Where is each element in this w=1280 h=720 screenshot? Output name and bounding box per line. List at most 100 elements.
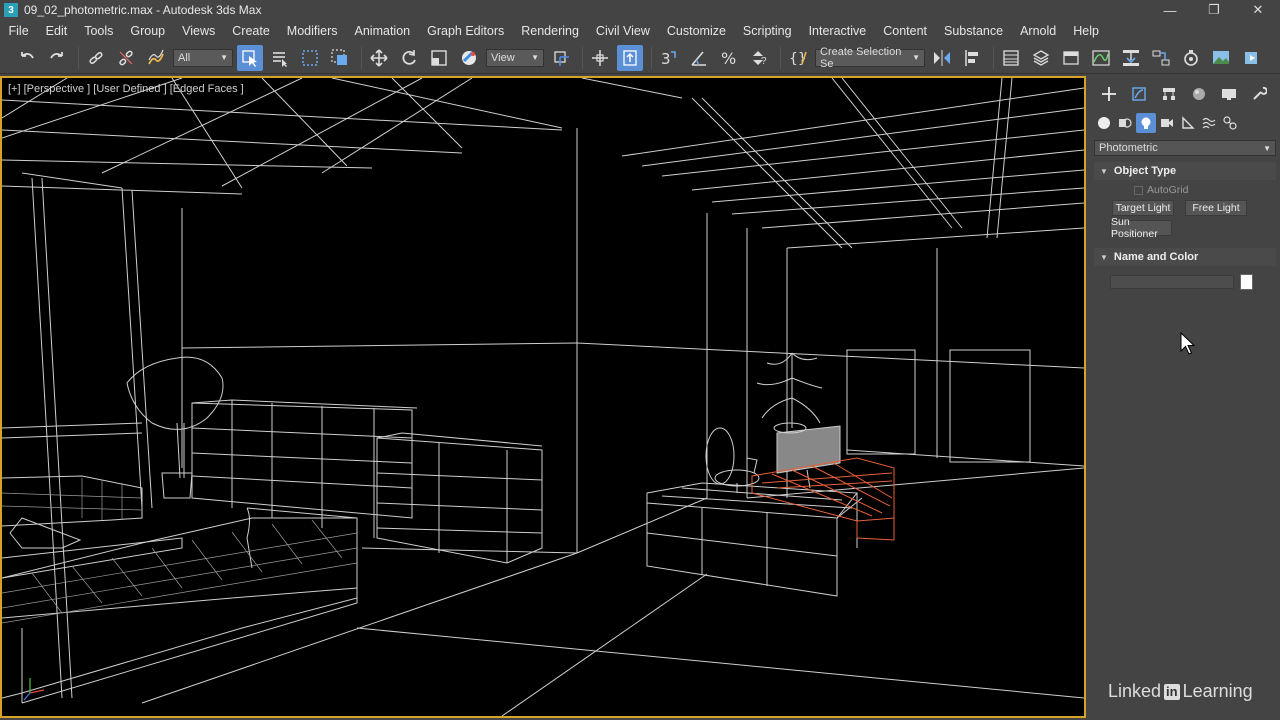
placement-icon[interactable] xyxy=(456,45,482,71)
menu-item-graph-editors[interactable]: Graph Editors xyxy=(419,20,513,42)
window-controls: — ❐ ✕ xyxy=(1148,0,1280,20)
toggle-ribbon-icon[interactable] xyxy=(1058,45,1084,71)
space-warps-icon[interactable] xyxy=(1199,113,1219,133)
menu-item-file[interactable]: File xyxy=(0,20,37,42)
scale-icon[interactable] xyxy=(426,45,452,71)
modify-tab-icon[interactable] xyxy=(1124,82,1154,106)
viewport-label[interactable]: [+] [Perspective ] [User Defined ] [Edge… xyxy=(8,83,244,95)
lights-bulb-icon[interactable] xyxy=(1136,113,1156,133)
object-type-buttons-row1: Target Light Free Light xyxy=(1112,200,1280,216)
menu-item-group[interactable]: Group xyxy=(122,20,174,42)
link-icon[interactable] xyxy=(83,45,109,71)
command-panel: Photometric ▼ ▼ Object Type AutoGrid Tar… xyxy=(1090,76,1280,720)
menu-item-scripting[interactable]: Scripting xyxy=(734,20,800,42)
reference-coordinate-dropdown[interactable]: View ▼ xyxy=(486,48,544,67)
utilities-tab-wrench-icon[interactable] xyxy=(1244,82,1274,106)
snaps-toggle-icon[interactable]: 3 xyxy=(656,45,682,71)
toolbar-separator xyxy=(582,46,583,69)
create-tab-plus-icon[interactable] xyxy=(1094,82,1124,106)
close-icon[interactable]: ✕ xyxy=(1236,0,1280,20)
rectangular-selection-icon[interactable] xyxy=(297,45,323,71)
shapes-icon[interactable] xyxy=(1115,113,1135,133)
schematic-view-icon[interactable] xyxy=(1118,45,1144,71)
rotate-icon[interactable] xyxy=(396,45,422,71)
svg-text:3: 3 xyxy=(661,50,671,68)
render-production-icon[interactable] xyxy=(1238,45,1264,71)
menu-item-arnold[interactable]: Arnold xyxy=(1012,20,1065,42)
toolbar-separator xyxy=(361,46,362,69)
menu-item-interactive[interactable]: Interactive xyxy=(800,20,875,42)
rendered-frame-window-icon[interactable] xyxy=(1208,45,1234,71)
object-name-field[interactable] xyxy=(1110,275,1234,289)
menu-item-create[interactable]: Create xyxy=(224,20,279,42)
menu-item-help[interactable]: Help xyxy=(1065,20,1108,42)
named-selection-dropdown[interactable]: Create Selection Se ▼ xyxy=(815,46,925,70)
move-icon[interactable] xyxy=(366,45,392,71)
perspective-viewport[interactable]: [+] [Perspective ] [User Defined ] [Edge… xyxy=(0,76,1086,718)
chevron-down-icon: ▼ xyxy=(1263,143,1271,153)
curve-editor-icon[interactable] xyxy=(1088,45,1114,71)
object-type-rollout-header[interactable]: ▼ Object Type xyxy=(1094,162,1276,180)
mirror-icon[interactable] xyxy=(929,45,955,71)
angle-snap-icon[interactable] xyxy=(686,45,712,71)
undo-icon[interactable] xyxy=(14,45,40,71)
menu-item-edit[interactable]: Edit xyxy=(37,20,76,42)
geometry-sphere-icon[interactable] xyxy=(1094,113,1114,133)
sun-positioner-button[interactable]: Sun Positioner xyxy=(1110,216,1172,240)
render-setup-icon[interactable] xyxy=(1178,45,1204,71)
toolbar-separator xyxy=(651,46,652,69)
toggle-layer-explorer-icon[interactable] xyxy=(1028,45,1054,71)
percent-snap-icon[interactable]: % xyxy=(716,45,742,71)
toolbar-separator xyxy=(993,46,994,69)
align-icon[interactable] xyxy=(959,45,985,71)
helpers-icon[interactable] xyxy=(1178,113,1198,133)
create-categories xyxy=(1090,112,1280,134)
chevron-down-icon: ▼ xyxy=(220,53,228,62)
select-and-manipulate-icon[interactable] xyxy=(587,45,613,71)
light-type-dropdown[interactable]: Photometric ▼ xyxy=(1094,140,1276,156)
menu-item-substance[interactable]: Substance xyxy=(936,20,1012,42)
collapse-triangle-icon: ▼ xyxy=(1100,166,1108,176)
mouse-cursor-icon xyxy=(1180,332,1196,355)
name-and-color-rollout-header[interactable]: ▼ Name and Color xyxy=(1094,248,1276,266)
selection-filter-dropdown[interactable]: All ▼ xyxy=(173,48,233,67)
toolbar-separator xyxy=(78,46,79,69)
autogrid-checkbox-row: AutoGrid xyxy=(1134,184,1280,196)
select-object-icon[interactable] xyxy=(237,44,263,71)
target-light-button[interactable]: Target Light xyxy=(1112,200,1174,216)
restore-icon[interactable]: ❐ xyxy=(1192,0,1236,20)
menu-item-tools[interactable]: Tools xyxy=(76,20,122,42)
selection-filter-value: All xyxy=(178,51,191,64)
hierarchy-tab-icon[interactable] xyxy=(1154,82,1184,106)
bind-space-warp-icon[interactable] xyxy=(143,45,169,71)
name-and-color-title: Name and Color xyxy=(1113,251,1199,263)
menu-item-content[interactable]: Content xyxy=(875,20,936,42)
redo-icon[interactable] xyxy=(44,45,70,71)
spinner-snap-icon[interactable]: ? xyxy=(746,45,772,71)
edit-named-selection-icon[interactable]: {} xyxy=(785,45,811,71)
keyboard-shortcut-override-icon[interactable] xyxy=(617,44,643,71)
systems-icon[interactable] xyxy=(1220,113,1240,133)
menu-item-rendering[interactable]: Rendering xyxy=(513,20,588,42)
minimize-icon[interactable]: — xyxy=(1148,0,1192,20)
menu-item-modifiers[interactable]: Modifiers xyxy=(278,20,346,42)
unlink-icon[interactable] xyxy=(113,45,139,71)
menu-item-views[interactable]: Views xyxy=(174,20,224,42)
toolbar-separator xyxy=(780,46,781,69)
svg-text:?: ? xyxy=(761,56,767,67)
pivot-center-icon[interactable] xyxy=(548,45,574,71)
toggle-scene-explorer-icon[interactable] xyxy=(998,45,1024,71)
menu-item-civil-view[interactable]: Civil View xyxy=(587,20,658,42)
display-tab-icon[interactable] xyxy=(1214,82,1244,106)
motion-tab-icon[interactable] xyxy=(1184,82,1214,106)
object-color-swatch[interactable] xyxy=(1240,274,1253,290)
free-light-button[interactable]: Free Light xyxy=(1185,200,1247,216)
select-by-name-icon[interactable] xyxy=(267,45,293,71)
window-crossing-icon[interactable] xyxy=(327,45,353,71)
autogrid-label: AutoGrid xyxy=(1147,184,1189,196)
app-icon[interactable]: 3 xyxy=(4,3,18,17)
menu-item-customize[interactable]: Customize xyxy=(658,20,734,42)
material-editor-icon[interactable] xyxy=(1148,45,1174,71)
menu-item-animation[interactable]: Animation xyxy=(346,20,419,42)
cameras-icon[interactable] xyxy=(1157,113,1177,133)
